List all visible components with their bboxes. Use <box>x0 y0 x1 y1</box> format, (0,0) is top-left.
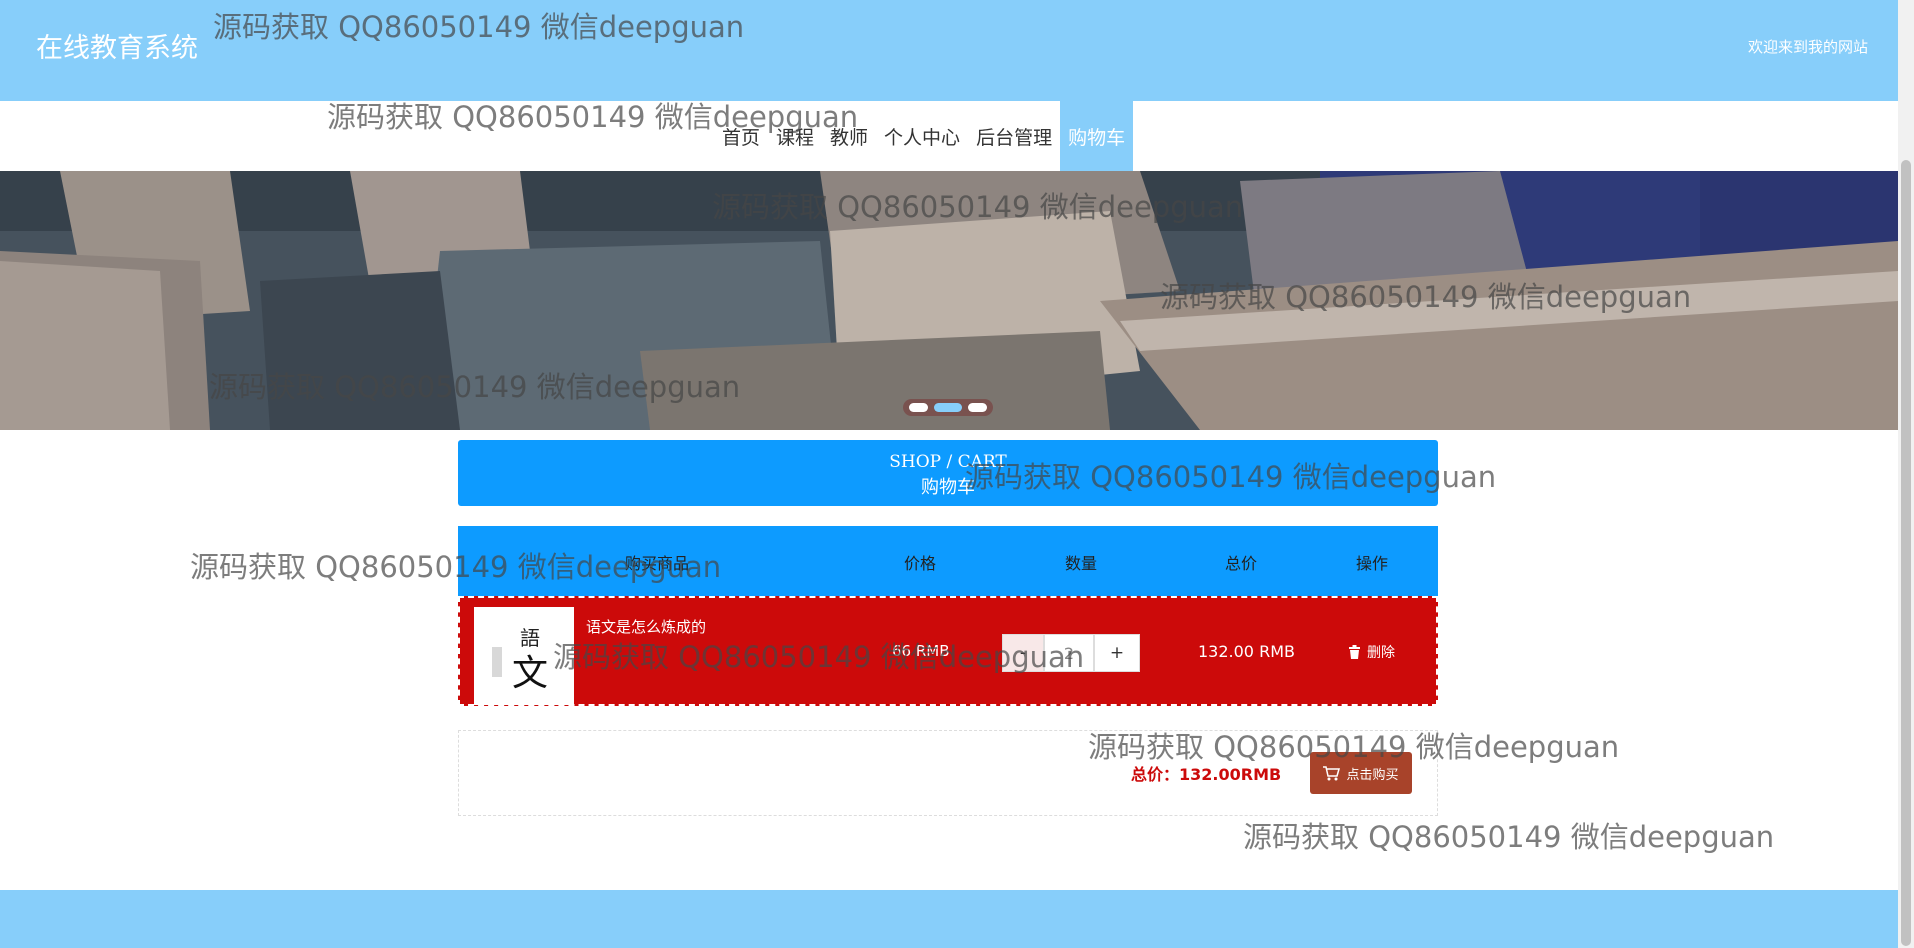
grand-total: 总价：132.00RMB <box>1131 765 1282 784</box>
nav-item-profile[interactable]: 个人中心 <box>876 101 968 171</box>
svg-text:文: 文 <box>512 653 548 694</box>
nav-item-home[interactable]: 首页 <box>714 101 768 171</box>
col-header-price: 价格 <box>904 554 937 573</box>
nav-item-admin[interactable]: 后台管理 <box>968 101 1060 171</box>
vertical-scrollbar[interactable] <box>1898 0 1914 948</box>
col-header-action: 操作 <box>1356 554 1389 573</box>
cart-item-row: 語 文 语文是怎么炼成的 66 RMB - + 132.00 RMB 删除 <box>458 596 1438 706</box>
col-header-total: 总价 <box>1225 554 1258 573</box>
quantity-stepper: - + <box>1002 634 1140 672</box>
cart-summary: 总价：132.00RMB 点击购买 <box>458 730 1438 816</box>
main-nav: 首页 课程 教师 个人中心 后台管理 购物车 <box>714 101 1134 171</box>
navbar: 首页 课程 教师 个人中心 后台管理 购物车 <box>0 101 1898 171</box>
nav-item-teachers[interactable]: 教师 <box>822 101 876 171</box>
line-total: 132.00 RMB <box>1198 642 1295 661</box>
delete-item-button[interactable]: 删除 <box>1348 642 1395 662</box>
site-title[interactable]: 在线教育系统 <box>36 26 198 65</box>
decrease-quantity-button[interactable]: - <box>1002 634 1044 672</box>
nav-item-cart[interactable]: 购物车 <box>1060 101 1134 171</box>
checkout-label: 点击购买 <box>1346 767 1399 783</box>
increase-quantity-button[interactable]: + <box>1094 634 1140 672</box>
checkout-button[interactable]: 点击购买 <box>1310 752 1412 794</box>
scrollbar-thumb[interactable] <box>1901 160 1911 946</box>
quantity-input[interactable] <box>1044 634 1094 672</box>
cart-icon <box>1323 765 1341 780</box>
cart-heading: SHOP / CART 购物车 <box>458 440 1438 506</box>
cart-heading-zh: 购物车 <box>921 477 975 498</box>
product-price: 66 RMB <box>892 642 950 660</box>
product-thumbnail[interactable]: 語 文 <box>474 607 574 705</box>
nav-item-courses[interactable]: 课程 <box>768 101 822 171</box>
banner-carousel[interactable] <box>0 171 1898 430</box>
welcome-text: 欢迎来到我的网站 <box>1747 38 1868 56</box>
carousel-dot-1[interactable] <box>909 403 928 412</box>
cart-table-header: 购买商品 价格 数量 总价 操作 <box>458 526 1438 596</box>
product-name[interactable]: 语文是怎么炼成的 <box>586 616 706 637</box>
footer <box>0 890 1898 948</box>
watermark-text: 源码获取 QQ86050149 微信deepguan <box>1243 820 1775 854</box>
col-header-product: 购买商品 <box>625 554 690 573</box>
trash-icon <box>1349 645 1360 659</box>
col-header-quantity: 数量 <box>1065 554 1098 573</box>
carousel-indicators <box>903 399 993 416</box>
page: 在线教育系统 欢迎来到我的网站 首页 课程 教师 个人中心 后台管理 购物车 S… <box>0 0 1914 948</box>
classroom-banner-image <box>0 171 1898 430</box>
top-header: 在线教育系统 欢迎来到我的网站 <box>0 0 1898 101</box>
book-cover-image: 語 文 <box>474 607 574 705</box>
carousel-dot-3[interactable] <box>968 403 987 412</box>
carousel-dot-2[interactable] <box>934 403 962 412</box>
svg-text:語: 語 <box>520 626 540 650</box>
cart-heading-en: SHOP / CART <box>889 452 1007 472</box>
delete-label: 删除 <box>1367 645 1395 661</box>
